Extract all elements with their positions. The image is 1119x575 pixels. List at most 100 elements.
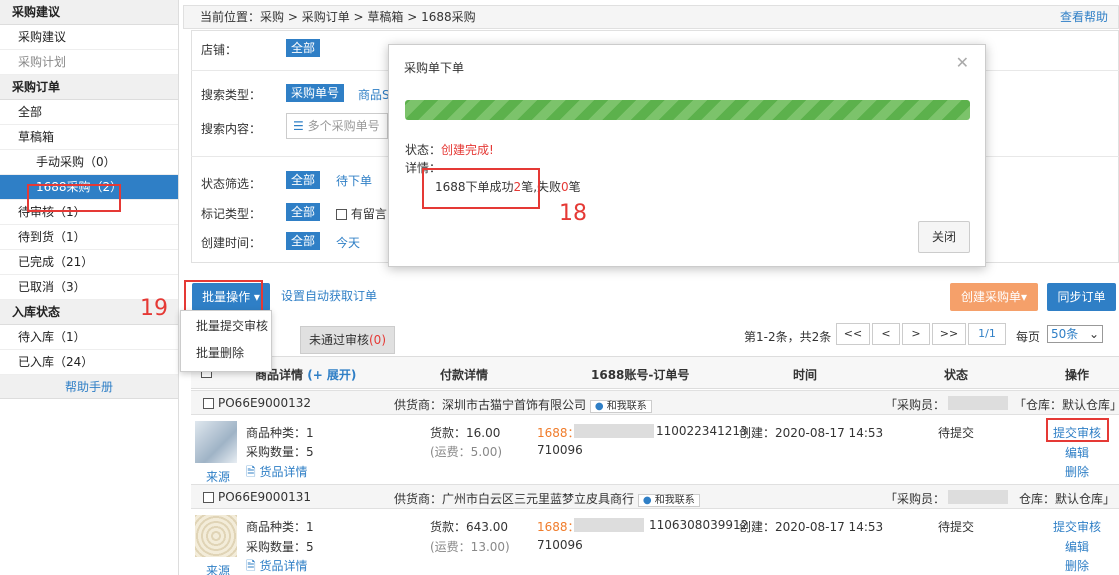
order-status: 待提交 xyxy=(938,520,975,534)
annotation-18: 18 xyxy=(559,201,587,226)
contact-button[interactable]: ● 和我联系 xyxy=(637,494,700,507)
order-checkbox[interactable] xyxy=(203,398,214,409)
product-detail-label: 货品详情 xyxy=(259,465,308,479)
order-checkbox[interactable] xyxy=(203,492,214,503)
mark-all-pill[interactable]: 全部 xyxy=(286,203,321,221)
page-prev-button[interactable]: < xyxy=(872,323,900,345)
order-number-2: 710096 xyxy=(537,538,583,552)
source-link[interactable]: 来源 xyxy=(206,562,230,575)
order-number-2: 710096 xyxy=(537,443,583,457)
chevron-down-icon: ⌄ xyxy=(1088,327,1099,341)
supplier-name: 深圳市古猫宁首饰有限公司 xyxy=(442,398,587,412)
close-button[interactable]: 关闭 xyxy=(918,221,970,253)
menu-batch-submit[interactable]: 批量提交审核 xyxy=(181,311,271,341)
order-number: 110022341213 xyxy=(656,424,748,438)
amount: 货款：643.00 xyxy=(430,520,508,534)
status-pending-link[interactable]: 待下单 xyxy=(336,172,372,189)
product-detail-label: 货品详情 xyxy=(259,559,308,573)
source-link[interactable]: 来源 xyxy=(206,468,230,485)
breadcrumb-prefix: 当前位置： xyxy=(200,10,261,24)
annotation-19: 19 xyxy=(140,296,168,321)
buyer: 「采购员： xyxy=(885,492,946,506)
checkbox[interactable] xyxy=(336,209,347,220)
warehouse: 仓库：默认仓库」 xyxy=(1019,492,1116,506)
product-detail-link[interactable]: 🗎 货品详情 xyxy=(246,557,308,575)
chat-icon: ● xyxy=(594,401,604,412)
chat-icon: ● xyxy=(642,495,652,506)
per-page-select[interactable]: 50条 ⌄ xyxy=(1047,325,1103,343)
sidebar-item-drafts[interactable]: 草稿箱 xyxy=(0,125,178,150)
product-kinds: 商品种类：1 xyxy=(246,520,314,534)
supplier: 供货商：广州市白云区三元里蓝梦立皮具商行 ● 和我联系 xyxy=(394,490,700,507)
product-thumbnail[interactable] xyxy=(195,515,237,557)
edit-link[interactable]: 编辑 xyxy=(1065,538,1089,555)
po-number: PO66E9000132 xyxy=(218,396,311,410)
created-time-label: 创建时间： xyxy=(201,236,262,250)
sidebar-section-purchase-suggest: 采购建议 xyxy=(0,0,178,25)
auto-fetch-link[interactable]: 设置自动获取订单 xyxy=(281,287,377,304)
status-label: 状态： xyxy=(405,143,442,157)
product-kinds: 商品种类：1 xyxy=(246,426,314,440)
delete-link[interactable]: 删除 xyxy=(1065,557,1089,574)
sync-orders-button[interactable]: 同步订单 xyxy=(1047,283,1116,311)
search-type-sku[interactable]: 商品S xyxy=(358,86,390,103)
order-dialog: 采购单下单 ✕ 状态：创建完成! 详情： 1688下单成功2笔,失败0笔 18 … xyxy=(388,44,986,267)
tab-rejected[interactable]: 未通过审核(0) xyxy=(300,326,395,354)
has-comment-label: 有留言 xyxy=(350,207,387,221)
sidebar-item-done[interactable]: 已完成（21） xyxy=(0,250,178,275)
delete-link[interactable]: 删除 xyxy=(1065,463,1089,480)
sidebar-item-plan[interactable]: 采购计划 xyxy=(0,50,178,75)
submit-review-link[interactable]: 提交审核 xyxy=(1053,518,1101,535)
create-po-button[interactable]: 创建采购单▾ xyxy=(950,283,1038,311)
sidebar-item-manual[interactable]: 手动采购（0） xyxy=(0,150,178,175)
sidebar-item-stocked[interactable]: 已入库（24） xyxy=(0,350,178,375)
help-manual-link[interactable]: 帮助手册 xyxy=(0,375,178,399)
mark-type-label: 标记类型： xyxy=(201,207,262,221)
shop-all-pill[interactable]: 全部 xyxy=(286,39,321,57)
contact-button[interactable]: ● 和我联系 xyxy=(589,400,652,413)
search-input[interactable]: ☰ 多个采购单号 xyxy=(286,113,388,139)
edit-link[interactable]: 编辑 xyxy=(1065,444,1089,461)
sidebar-item-suggest[interactable]: 采购建议 xyxy=(0,25,178,50)
sidebar-item-pending-stock[interactable]: 待入库（1） xyxy=(0,325,178,350)
close-icon[interactable]: ✕ xyxy=(956,53,969,72)
status-value: 创建完成! xyxy=(441,143,494,157)
search-type-po-pill[interactable]: 采购单号 xyxy=(286,84,345,102)
col-ops: 操作 xyxy=(1065,368,1090,382)
breadcrumb-path: 采购 > 采购订单 > 草稿箱 > 1688采购 xyxy=(260,10,476,24)
sidebar: 采购建议 采购建议 采购计划 采购订单 全部 草稿箱 手动采购（0） 1688采… xyxy=(0,0,179,575)
page-next-button[interactable]: > xyxy=(902,323,930,345)
sidebar-item-arrival[interactable]: 待到货（1） xyxy=(0,225,178,250)
contact-label: 和我联系 xyxy=(606,401,647,412)
order-status: 待提交 xyxy=(938,426,975,440)
list-icon: ☰ xyxy=(293,119,304,133)
redacted-buyer xyxy=(948,490,1008,504)
expand-link[interactable]: (+ 展开) xyxy=(307,368,356,382)
search-type-label: 搜索类型： xyxy=(201,88,262,102)
amount: 货款：16.00 xyxy=(430,426,501,440)
supplier-name: 广州市白云区三元里蓝梦立皮具商行 xyxy=(442,492,635,506)
time-today-link[interactable]: 今天 xyxy=(336,234,360,251)
sidebar-item-all[interactable]: 全部 xyxy=(0,100,178,125)
has-comment-checkbox[interactable]: 有留言 xyxy=(336,205,387,222)
annotation-box-batch xyxy=(184,280,263,312)
dialog-title: 采购单下单 xyxy=(404,61,465,75)
page-last-button[interactable]: >> xyxy=(932,323,966,345)
document-icon: 🗎 xyxy=(246,465,256,479)
product-qty: 采购数量：5 xyxy=(246,445,314,459)
col-account: 1688账号-订单号 xyxy=(591,368,690,382)
created-time: 创建：2020-08-17 14:53 xyxy=(739,426,884,440)
annotation-box-result xyxy=(422,168,540,209)
view-help-link[interactable]: 查看帮助 xyxy=(1060,6,1108,28)
tab-rejected-count: (0) xyxy=(369,333,386,347)
product-detail-link[interactable]: 🗎 货品详情 xyxy=(246,463,308,484)
col-time: 时间 xyxy=(793,368,818,382)
freight: (运费：5.00) xyxy=(430,445,503,459)
freight: (运费：13.00) xyxy=(430,540,510,554)
status-all-pill[interactable]: 全部 xyxy=(286,171,321,189)
menu-batch-delete[interactable]: 批量删除 xyxy=(181,341,271,371)
page-first-button[interactable]: << xyxy=(836,323,870,345)
time-all-pill[interactable]: 全部 xyxy=(286,232,321,250)
sidebar-section-purchase-order: 采购订单 xyxy=(0,75,178,100)
product-thumbnail[interactable] xyxy=(195,421,237,463)
